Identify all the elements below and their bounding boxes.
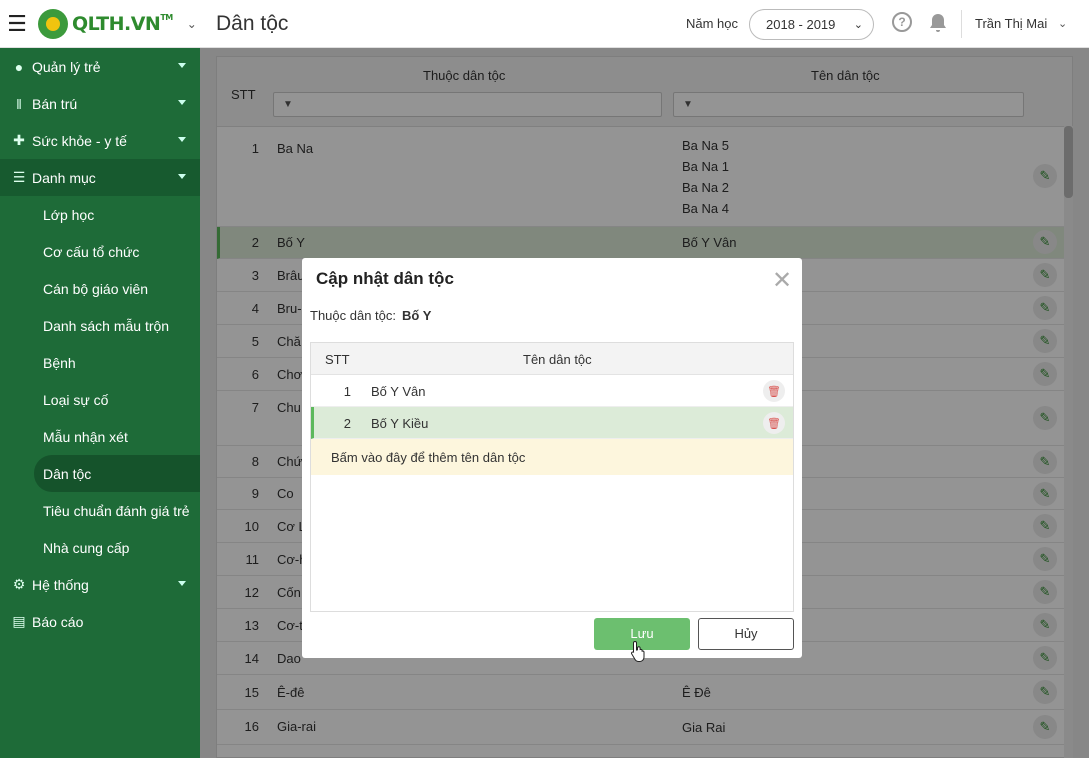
ethnic-group-field: Thuộc dân tộc: Bố Y [310,308,431,323]
sidebar-subitem-ethnicity[interactable]: Dân tộc [34,455,200,492]
gear-icon: ⚙ [12,576,26,592]
brand-trademark: TM [160,12,173,22]
chevron-down-icon[interactable]: ⌄ [1058,17,1067,30]
dialog-title: Cập nhật dân tộc [316,269,454,288]
sidebar-subitem-incident-types[interactable]: Loại sự cố [0,381,200,418]
top-bar: ☰ QLTH.VNTM ⌄ [0,0,1089,48]
chevron-down-icon: ⌄ [853,19,863,31]
grid-row-name[interactable]: Bố Y Kiều [371,416,428,431]
sidebar-item-label: Danh mục [32,169,96,186]
users-icon: ● [14,58,24,75]
sidebar-subitem-diseases[interactable]: Bệnh [0,344,200,381]
header-divider [961,10,962,38]
grid-row-name[interactable]: Bố Y Vân [371,384,425,399]
utensils-icon: ǁ [16,95,22,112]
sidebar-item-health[interactable]: ✚ Sức khỏe - y tế [0,122,200,159]
sidebar-item-children[interactable]: ● Quản lý trẻ [0,48,200,85]
sidebar-item-label: Báo cáo [32,613,84,630]
report-icon: ▤ [12,613,26,629]
sidebar-item-catalog[interactable]: ☰ Danh mục [0,159,200,196]
chevron-down-icon [178,581,186,586]
cancel-button[interactable]: Hủy [698,618,794,650]
sidebar-item-system[interactable]: ⚙ Hệ thống [0,566,200,603]
school-year-select[interactable]: 2018 - 2019 ⌄ [749,9,874,40]
sidebar: ● Quản lý trẻ ǁ Bán trú ✚ Sức khỏe - y t… [0,48,200,758]
chevron-down-icon [178,137,186,142]
chevron-down-icon[interactable]: ⌄ [187,17,197,31]
school-year-value: 2018 - 2019 [766,17,836,32]
grid-column-stt: STT [325,352,350,367]
add-ethnicity-name-row[interactable]: Bấm vào đây để thêm tên dân tộc [311,439,793,475]
trash-icon[interactable]: 🗑 [763,380,785,402]
sidebar-subitem-suppliers[interactable]: Nhà cung cấp [0,529,200,566]
menu-toggle-icon[interactable]: ☰ [0,0,34,48]
grid-row[interactable]: 1 Bố Y Vân 🗑 [311,375,793,407]
sidebar-subitem-teachers[interactable]: Cán bộ giáo viên [0,270,200,307]
bell-icon[interactable] [928,12,948,34]
logo-mark-icon [38,8,68,39]
school-year-label: Năm học [686,16,739,31]
grid-row-stt: 2 [343,416,351,431]
list-icon: ☰ [12,169,26,185]
sidebar-item-label: Bán trú [32,95,78,112]
sidebar-item-label: Sức khỏe - y tế [32,132,127,149]
medkit-icon: ✚ [13,132,25,148]
trash-icon[interactable]: 🗑 [763,412,785,434]
chevron-down-icon [178,100,186,105]
close-icon[interactable]: ✕ [772,266,792,295]
chevron-down-icon [178,63,186,68]
sidebar-item-label: Hệ thống [32,576,89,593]
help-icon[interactable]: ? [892,12,912,32]
sidebar-item-reports[interactable]: ▤ Báo cáo [0,603,200,640]
grid-row-stt: 1 [343,384,351,399]
grid-row-selected[interactable]: 2 Bố Y Kiều 🗑 [311,407,793,439]
sidebar-item-boarding[interactable]: ǁ Bán trú [0,85,200,122]
chevron-down-icon [178,174,186,179]
ethnic-group-label: Thuộc dân tộc: [310,308,396,323]
sidebar-subitem-merge-templates[interactable]: Danh sách mẫu trộn [0,307,200,344]
ethnic-group-value: Bố Y [402,308,432,323]
sidebar-subitem-comment-templates[interactable]: Mẫu nhận xét [0,418,200,455]
sidebar-subitem-assessment-criteria[interactable]: Tiêu chuẩn đánh giá trẻ [0,492,200,529]
brand-logo[interactable]: QLTH.VNTM ⌄ [34,0,197,48]
sidebar-subitem-class[interactable]: Lớp học [0,196,200,233]
sidebar-item-label: Quản lý trẻ [32,58,101,75]
sidebar-subitem-org-structure[interactable]: Cơ cấu tổ chức [0,233,200,270]
brand-name: QLTH.VNTM [72,12,173,35]
user-name[interactable]: Trần Thị Mai [975,16,1047,31]
page-title: Dân tộc [216,12,289,35]
grid-header: STT Tên dân tộc [311,343,793,375]
grid-column-name: Tên dân tộc [523,352,592,367]
hand-pointer-icon [631,640,645,662]
update-ethnicity-dialog: Cập nhật dân tộc ✕ Thuộc dân tộc: Bố Y ST… [302,258,802,658]
ethnicity-names-grid: STT Tên dân tộc 1 Bố Y Vân 🗑 2 Bố Y Kiều… [310,342,794,612]
